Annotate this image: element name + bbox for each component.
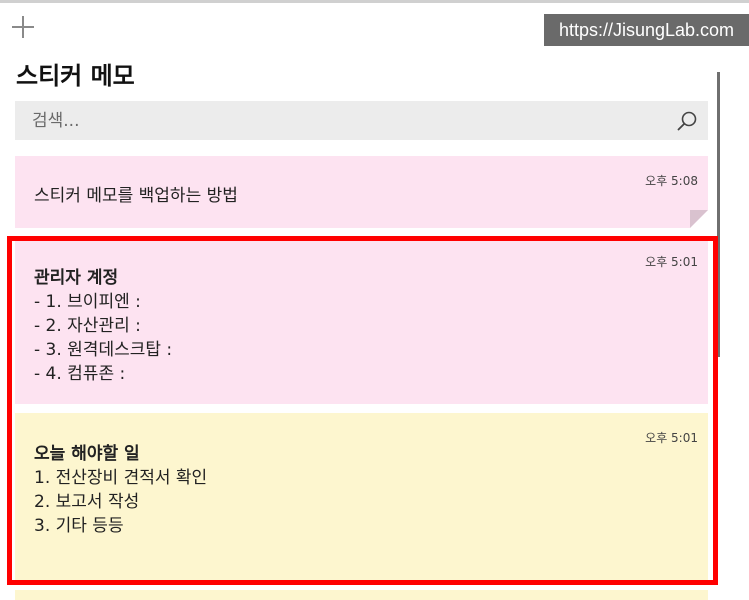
window-border [0,0,749,3]
note-line: - 2. 자산관리 : [34,316,141,336]
note-card[interactable]: 오후 5:01 오늘 해야할 일 1. 전산장비 견적서 확인 2. 보고서 작… [15,413,708,580]
note-content: 관리자 계정 - 1. 브이피엔 : - 2. 자산관리 : - 3. 원격데스… [34,266,172,386]
watermark: https://JisungLab.com [544,14,749,46]
note-line: 3. 기타 등등 [34,516,124,536]
note-heading: 오늘 해야할 일 [34,444,140,464]
note-content: 오늘 해야할 일 1. 전산장비 견적서 확인 2. 보고서 작성 3. 기타 … [34,442,207,538]
note-line: 2. 보고서 작성 [34,492,140,512]
note-line: 1. 전산장비 견적서 확인 [34,468,208,488]
scrollbar-thumb[interactable] [717,72,720,357]
note-fold-shade [690,210,708,228]
note-time: 오후 5:08 [645,174,698,188]
note-card-partial[interactable] [15,590,708,600]
search-box [15,101,708,140]
note-card[interactable]: 오후 5:01 관리자 계정 - 1. 브이피엔 : - 2. 자산관리 : -… [15,237,708,404]
search-icon[interactable] [676,110,698,132]
add-note-button[interactable] [10,14,36,40]
note-card[interactable]: 오후 5:08 스티커 메모를 백업하는 방법 [15,156,708,228]
note-line: - 1. 브이피엔 : [34,292,141,312]
app-title: 스티커 메모 [16,62,135,90]
note-line: - 3. 원격데스크탑 : [34,340,173,360]
note-time: 오후 5:01 [645,255,698,269]
note-line: 스티커 메모를 백업하는 방법 [34,186,238,206]
note-heading: 관리자 계정 [34,268,119,288]
note-content: 스티커 메모를 백업하는 방법 [34,184,238,208]
note-time: 오후 5:01 [645,431,698,445]
search-input[interactable] [15,101,655,140]
note-line: - 4. 컴퓨존 : [34,364,126,384]
